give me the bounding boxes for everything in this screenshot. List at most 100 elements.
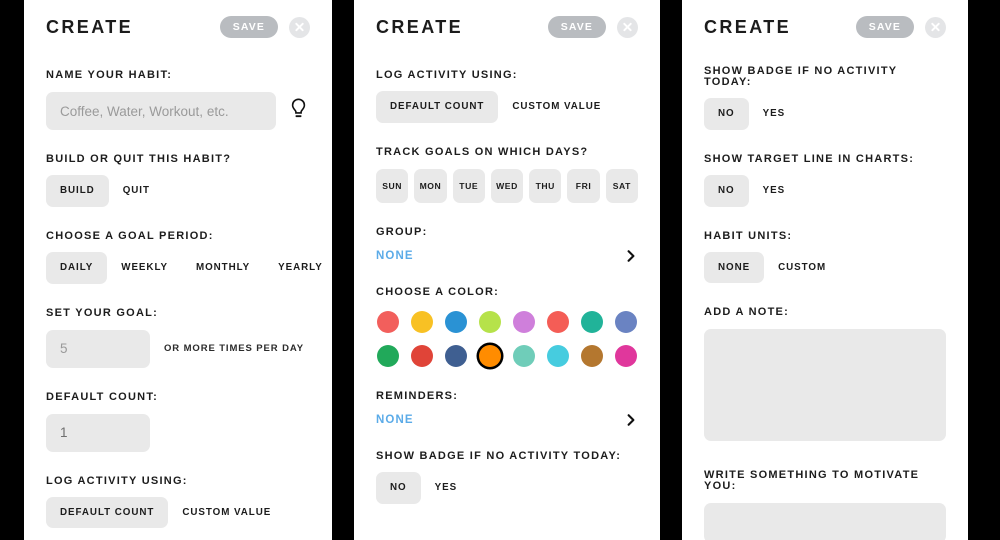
option-yearly[interactable]: YEARLY: [264, 252, 332, 284]
save-button-3[interactable]: SAVE: [855, 15, 914, 39]
color-swatch-15[interactable]: [615, 344, 637, 367]
log-activity-options-p1: DEFAULT COUNT CUSTOM VALUE: [46, 496, 310, 529]
color-swatch-13[interactable]: [547, 344, 569, 367]
option-units-custom[interactable]: CUSTOM: [764, 252, 840, 284]
track-days-label: TRACK GOALS ON WHICH DAYS?: [376, 145, 589, 158]
panel3-header: CREATE SAVE: [704, 0, 946, 46]
color-swatch-3[interactable]: [479, 310, 501, 333]
option-default-count-p1[interactable]: DEFAULT COUNT: [46, 496, 169, 529]
choose-color-section: CHOOSE A COLOR:: [376, 286, 638, 367]
option-target-yes[interactable]: YES: [749, 175, 799, 207]
divider-1: [332, 0, 354, 540]
set-goal-label: SET YOUR GOAL:: [46, 306, 159, 319]
show-badge-label-p2: SHOW BADGE IF NO ACTIVITY TODAY:: [376, 449, 622, 462]
option-weekly[interactable]: WEEKLY: [107, 252, 182, 284]
add-note-textarea[interactable]: [704, 329, 946, 442]
add-note-section: ADD A NOTE:: [704, 307, 946, 446]
color-swatch-wrap: [580, 310, 604, 333]
color-swatch-4[interactable]: [513, 310, 535, 333]
color-swatch-5[interactable]: [547, 310, 569, 333]
reminders-section: REMINDERS: NONE: [376, 389, 638, 427]
option-badge-no-p3[interactable]: NO: [704, 98, 749, 130]
day-chip-fri[interactable]: FRI: [567, 168, 600, 203]
option-badge-no-p2[interactable]: NO: [376, 471, 421, 504]
color-swatch-12[interactable]: [513, 344, 535, 367]
close-icon-3[interactable]: [925, 16, 946, 38]
habit-name-input[interactable]: [46, 92, 276, 130]
show-badge-options-p2: NO YES: [376, 471, 638, 504]
group-row[interactable]: NONE: [376, 249, 638, 263]
option-custom-value-p2[interactable]: CUSTOM VALUE: [498, 91, 615, 123]
page-title-3: CREATE: [704, 17, 792, 37]
default-count-section: DEFAULT COUNT:: [46, 390, 310, 452]
default-count-input[interactable]: [46, 413, 150, 452]
option-monthly[interactable]: MONTHLY: [182, 252, 264, 284]
target-line-section: SHOW TARGET LINE IN CHARTS: NO YES: [704, 152, 946, 207]
log-activity-section-p2: LOG ACTIVITY USING: DEFAULT COUNT CUSTOM…: [376, 70, 638, 123]
log-activity-options-p2: DEFAULT COUNT CUSTOM VALUE: [376, 91, 638, 123]
option-quit[interactable]: QUIT: [109, 175, 164, 207]
motivate-section: WRITE SOMETHING TO MOTIVATE YOU:: [704, 470, 946, 540]
color-swatch-wrap: [444, 310, 468, 333]
motivate-textarea[interactable]: [704, 503, 946, 540]
close-icon[interactable]: [289, 16, 310, 38]
add-note-label: ADD A NOTE:: [704, 306, 790, 319]
option-build[interactable]: BUILD: [46, 175, 109, 207]
color-swatch-0[interactable]: [377, 310, 399, 333]
reminders-value: NONE: [376, 413, 414, 426]
color-swatch-8[interactable]: [377, 344, 399, 367]
day-chip-mon[interactable]: MON: [414, 168, 447, 203]
option-daily[interactable]: DAILY: [46, 251, 108, 284]
show-badge-label-p3: SHOW BADGE IF NO ACTIVITY TODAY:: [704, 65, 898, 88]
color-swatch-wrap: [512, 310, 536, 333]
default-count-label: DEFAULT COUNT:: [46, 390, 159, 403]
target-line-label: SHOW TARGET LINE IN CHARTS:: [704, 152, 915, 165]
day-chip-thu[interactable]: THU: [529, 168, 562, 203]
day-chip-wed[interactable]: WED: [490, 168, 524, 203]
target-line-options: NO YES: [704, 174, 946, 207]
color-swatch-10[interactable]: [445, 344, 467, 367]
color-swatch-wrap: [410, 344, 434, 367]
option-custom-value-p1[interactable]: CUSTOM VALUE: [168, 497, 285, 529]
reminders-label: REMINDERS:: [376, 389, 459, 402]
page-title-2: CREATE: [376, 17, 464, 37]
day-chip-tue[interactable]: TUE: [452, 168, 485, 203]
day-chip-sat[interactable]: SAT: [605, 168, 638, 203]
motivate-label: WRITE SOMETHING TO MOTIVATE YOU:: [704, 469, 920, 493]
color-swatch-wrap: [478, 310, 502, 333]
option-badge-yes-p3[interactable]: YES: [749, 98, 799, 130]
color-swatch-wrap: [546, 344, 570, 367]
color-swatch-2[interactable]: [445, 310, 467, 333]
option-units-none[interactable]: NONE: [704, 251, 765, 284]
track-days-section: TRACK GOALS ON WHICH DAYS? SUN MON TUE W…: [376, 145, 638, 203]
color-swatch-1[interactable]: [411, 310, 433, 333]
panel2-header: CREATE SAVE: [376, 0, 638, 46]
color-swatch-7[interactable]: [615, 310, 637, 333]
color-swatch-9[interactable]: [411, 344, 433, 367]
option-badge-yes-p2[interactable]: YES: [421, 472, 471, 504]
save-button[interactable]: SAVE: [219, 15, 278, 39]
close-icon-2[interactable]: [617, 16, 638, 38]
day-chip-sun[interactable]: SUN: [376, 168, 409, 203]
option-default-count-p2[interactable]: DEFAULT COUNT: [376, 91, 499, 123]
name-habit-section: NAME YOUR HABIT:: [46, 70, 310, 130]
color-swatch-wrap: [546, 310, 570, 333]
color-swatch-11[interactable]: [479, 344, 501, 367]
lightbulb-icon[interactable]: [290, 97, 307, 125]
create-panel-1: CREATE SAVE NAME YOUR HABIT: Coffee, Wat…: [24, 0, 332, 540]
color-swatch-wrap: [376, 310, 400, 333]
screenshot-stage: CREATE SAVE NAME YOUR HABIT: Coffee, Wat…: [0, 0, 1000, 540]
page-title: CREATE: [46, 17, 134, 37]
reminders-row[interactable]: NONE: [376, 413, 638, 427]
color-swatch-6[interactable]: [581, 310, 603, 333]
show-badge-section-p2: SHOW BADGE IF NO ACTIVITY TODAY: NO YES: [376, 449, 638, 504]
group-section: GROUP: NONE: [376, 226, 638, 263]
goal-suffix-label: OR MORE TIMES PER DAY: [164, 343, 304, 355]
goal-period-options: DAILY WEEKLY MONTHLY YEARLY: [46, 251, 322, 284]
goal-value-input[interactable]: [46, 329, 150, 368]
save-button-2[interactable]: SAVE: [547, 15, 606, 39]
right-gutter: [968, 0, 1000, 540]
chevron-right-icon-group: [624, 249, 638, 263]
option-target-no[interactable]: NO: [704, 174, 749, 207]
color-swatch-14[interactable]: [581, 344, 603, 367]
